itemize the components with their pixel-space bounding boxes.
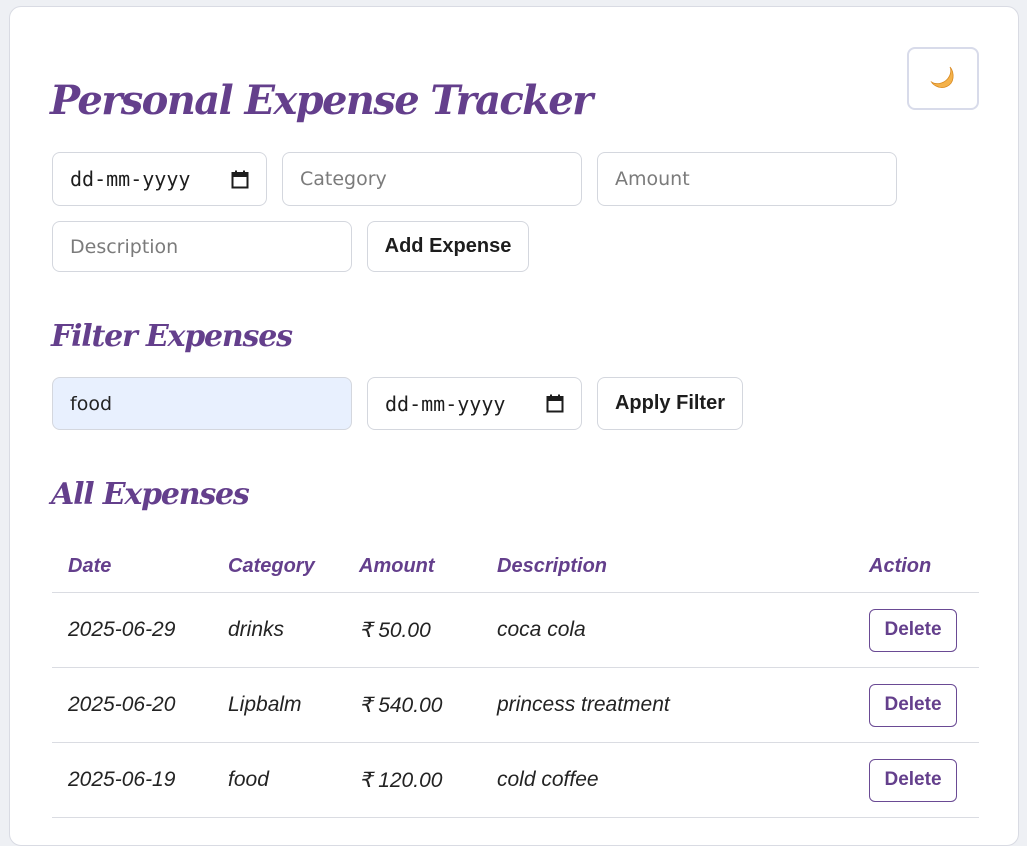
amount-placeholder: Amount	[615, 168, 690, 190]
column-header-amount: Amount	[343, 540, 481, 593]
row-amount: ₹ 50.00	[343, 592, 481, 668]
row-category: drinks	[212, 592, 343, 668]
page-title: Personal Expense Tracker	[50, 77, 593, 124]
category-input[interactable]: Category	[282, 152, 582, 206]
row-action-cell: Delete	[853, 742, 979, 818]
date-placeholder: dd-mm-yyyy	[70, 167, 191, 191]
row-amount: ₹ 540.00	[343, 667, 481, 743]
calendar-icon[interactable]	[231, 170, 249, 189]
column-header-category: Category	[212, 540, 343, 593]
filter-date-input[interactable]: dd-mm-yyyy	[367, 377, 582, 430]
crescent-moon-icon	[930, 66, 954, 88]
row-action-cell: Delete	[853, 592, 979, 668]
table-row: 2025-06-19 food ₹ 120.00 cold coffee Del…	[52, 742, 979, 818]
expense-date-input[interactable]: dd-mm-yyyy	[52, 152, 267, 206]
delete-button[interactable]: Delete	[869, 758, 957, 802]
add-expense-button[interactable]: Add Expense	[367, 221, 529, 272]
row-action-cell: Delete	[853, 667, 979, 743]
expense-tracker-card: Personal Expense Tracker dd-mm-yyyy Cate…	[9, 6, 1019, 846]
row-date: 2025-06-19	[52, 742, 212, 818]
calendar-icon[interactable]	[546, 394, 564, 413]
row-category: food	[212, 742, 343, 818]
row-date: 2025-06-20	[52, 667, 212, 743]
filter-category-value: food	[70, 392, 112, 415]
column-header-description: Description	[481, 540, 853, 593]
row-description: princess treatment	[481, 667, 853, 743]
description-input[interactable]: Description	[52, 221, 352, 272]
filter-category-input[interactable]: food	[52, 377, 352, 430]
row-category: Lipbalm	[212, 667, 343, 743]
all-expenses-heading: All Expenses	[51, 477, 250, 512]
category-placeholder: Category	[300, 168, 387, 190]
description-placeholder: Description	[70, 235, 179, 258]
table-row: 2025-06-29 drinks ₹ 50.00 coca cola Dele…	[52, 592, 979, 668]
filter-heading: Filter Expenses	[51, 319, 293, 354]
table-row: 2025-06-20 Lipbalm ₹ 540.00 princess tre…	[52, 667, 979, 743]
delete-button[interactable]: Delete	[869, 608, 957, 652]
row-amount: ₹ 120.00	[343, 742, 481, 818]
delete-button[interactable]: Delete	[869, 683, 957, 727]
theme-toggle-button[interactable]	[907, 47, 979, 110]
filter-date-placeholder: dd-mm-yyyy	[385, 391, 506, 416]
table-header-row: Date Category Amount Description Action	[52, 540, 979, 593]
row-description: cold coffee	[481, 742, 853, 818]
amount-input[interactable]: Amount	[597, 152, 897, 206]
column-header-action: Action	[853, 540, 979, 593]
column-header-date: Date	[52, 540, 212, 593]
row-description: coca cola	[481, 592, 853, 668]
row-date: 2025-06-29	[52, 592, 212, 668]
expenses-table: Date Category Amount Description Action …	[52, 540, 979, 818]
apply-filter-button[interactable]: Apply Filter	[597, 377, 743, 430]
